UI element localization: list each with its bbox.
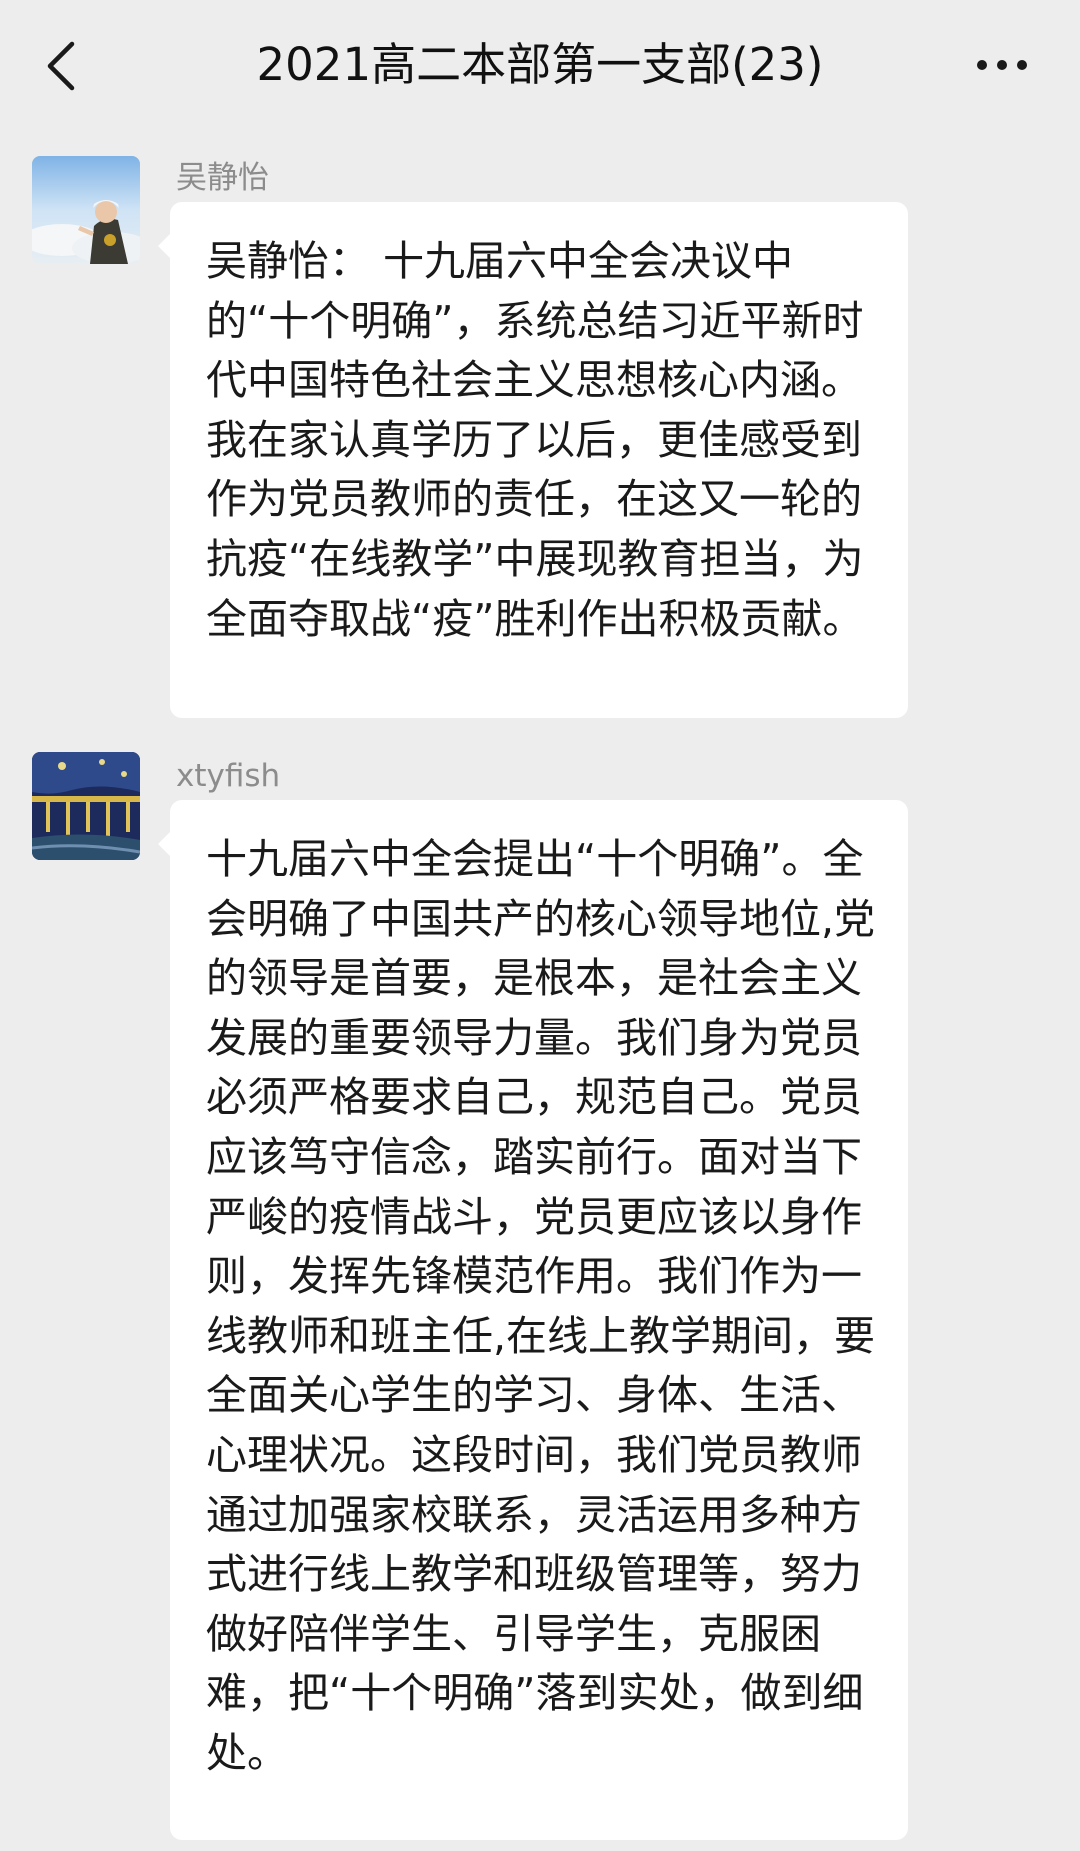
message-bubble[interactable]: 十九届六中全会提出“十个明确”。全会明确了中国共产的核心领导地位,党的领导是首要… [158, 800, 908, 1840]
message-text: 吴静怡： 十九届六中全会决议中的“十个明确”，系统总结习近平新时代中国特色社会主… [206, 237, 864, 643]
sender-name: 吴静怡 [176, 160, 269, 196]
avatar[interactable] [32, 752, 140, 860]
avatar-image [32, 752, 140, 860]
more-options-button[interactable] [972, 42, 1032, 88]
ellipsis-icon [977, 60, 1027, 70]
chat-screen: 2021高二本部第一支部(23) 吴静怡 吴静怡： 十九届六中全会决议中的“十个… [0, 0, 1080, 1851]
avatar-image [32, 156, 140, 264]
avatar[interactable] [32, 156, 140, 264]
message-text: 十九届六中全会提出“十个明确”。全会明确了中国共产的核心领导地位,党的领导是首要… [206, 835, 876, 1777]
back-button[interactable] [36, 36, 86, 96]
chat-title: 2021高二本部第一支部(23) [256, 38, 824, 91]
chevron-left-icon [47, 41, 75, 91]
message-bubble[interactable]: 吴静怡： 十九届六中全会决议中的“十个明确”，系统总结习近平新时代中国特色社会主… [158, 202, 908, 718]
sender-name: xtyfish [176, 758, 281, 794]
top-bar: 2021高二本部第一支部(23) [0, 0, 1080, 130]
